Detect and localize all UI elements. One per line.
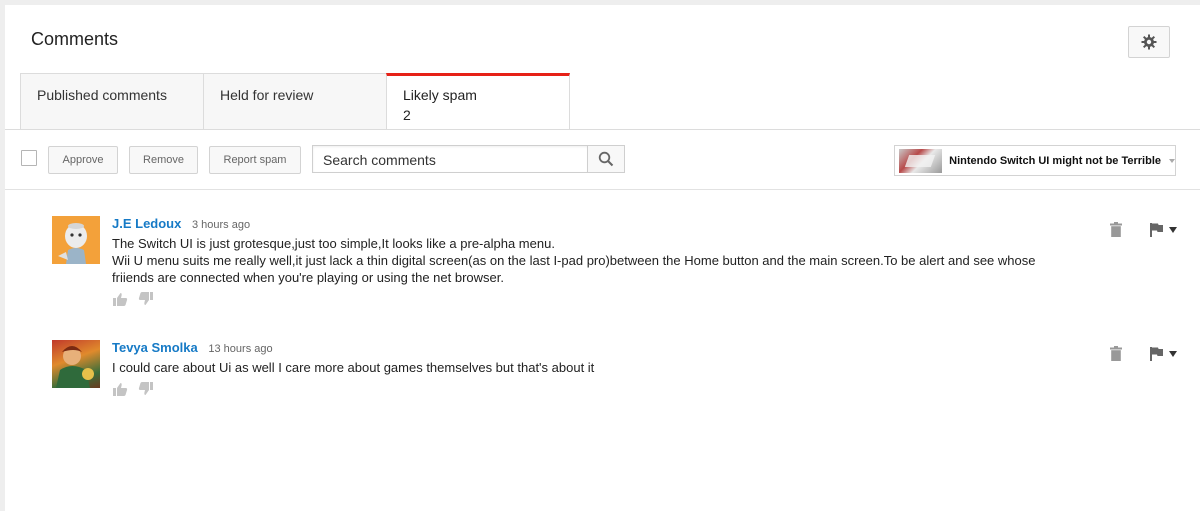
avatar-image	[56, 346, 94, 388]
search-input[interactable]: Search comments	[312, 145, 588, 173]
avatar[interactable]	[52, 216, 100, 264]
divider	[5, 189, 1200, 190]
divider	[5, 129, 1200, 130]
tab-label: Likely spam	[403, 87, 477, 103]
comment-time[interactable]: 13 hours ago	[208, 343, 272, 355]
page-title: Comments	[31, 29, 119, 49]
chevron-down-icon[interactable]	[1169, 226, 1177, 233]
comment-text: I could care about Ui as well I care mor…	[112, 360, 595, 375]
settings-button[interactable]	[1128, 26, 1170, 58]
tab-published-comments[interactable]: Published comments	[20, 73, 204, 129]
comment-author[interactable]: J.E Ledoux	[112, 216, 181, 231]
flag-icon[interactable]	[1150, 222, 1163, 237]
thumbs-up-icon[interactable]	[112, 292, 128, 306]
comment-item: Tevya Smolka 13 hours ago I could care a…	[52, 340, 1192, 400]
trash-icon[interactable]	[1110, 346, 1122, 361]
approve-button[interactable]: Approve	[48, 146, 118, 174]
comment-tools	[1110, 222, 1177, 237]
comment-item: J.E Ledoux 3 hours ago The Switch UI is …	[52, 216, 1192, 326]
tab-held-for-review[interactable]: Held for review	[203, 73, 387, 129]
comment-tools	[1110, 346, 1177, 361]
search-placeholder: Search comments	[323, 152, 436, 168]
chevron-down-icon[interactable]	[1169, 350, 1177, 357]
trash-icon[interactable]	[1110, 222, 1122, 237]
tab-label: Held for review	[220, 87, 314, 103]
thumbs-down-icon[interactable]	[138, 382, 154, 396]
comment-actions	[112, 292, 1052, 306]
gear-icon	[1141, 34, 1157, 50]
comment-body: J.E Ledoux 3 hours ago The Switch UI is …	[112, 216, 1052, 306]
comment-author[interactable]: Tevya Smolka	[112, 340, 198, 355]
search-button[interactable]	[587, 145, 625, 173]
search-icon	[598, 151, 614, 167]
thumbs-up-icon[interactable]	[112, 382, 128, 396]
flag-icon[interactable]	[1150, 346, 1163, 361]
comment-text: The Switch UI is just grotesque,just too…	[112, 236, 1036, 285]
report-spam-button[interactable]: Report spam	[209, 146, 301, 174]
avatar[interactable]	[52, 340, 100, 388]
comment-time[interactable]: 3 hours ago	[192, 219, 250, 231]
avatar-image	[58, 223, 87, 264]
video-title: Nintendo Switch UI might not be Terrible	[949, 154, 1161, 167]
tab-count: 2	[403, 107, 411, 123]
comment-tabs: Published comments Held for review Likel…	[20, 73, 570, 130]
remove-button[interactable]: Remove	[129, 146, 198, 174]
video-thumbnail	[899, 148, 943, 173]
comment-header: J.E Ledoux 3 hours ago	[112, 216, 1052, 233]
video-filter-dropdown[interactable]: Nintendo Switch UI might not be Terrible	[894, 145, 1176, 176]
comments-panel: Comments Published comments Held for rev…	[5, 5, 1200, 511]
comment-header: Tevya Smolka 13 hours ago	[112, 340, 1052, 357]
tab-likely-spam[interactable]: Likely spam 2	[386, 73, 570, 130]
comment-actions	[112, 382, 1052, 396]
chevron-down-icon	[1169, 158, 1175, 163]
thumbs-down-icon[interactable]	[138, 292, 154, 306]
select-all-checkbox[interactable]	[21, 150, 37, 166]
comment-body: Tevya Smolka 13 hours ago I could care a…	[112, 340, 1052, 396]
tab-label: Published comments	[37, 87, 167, 103]
